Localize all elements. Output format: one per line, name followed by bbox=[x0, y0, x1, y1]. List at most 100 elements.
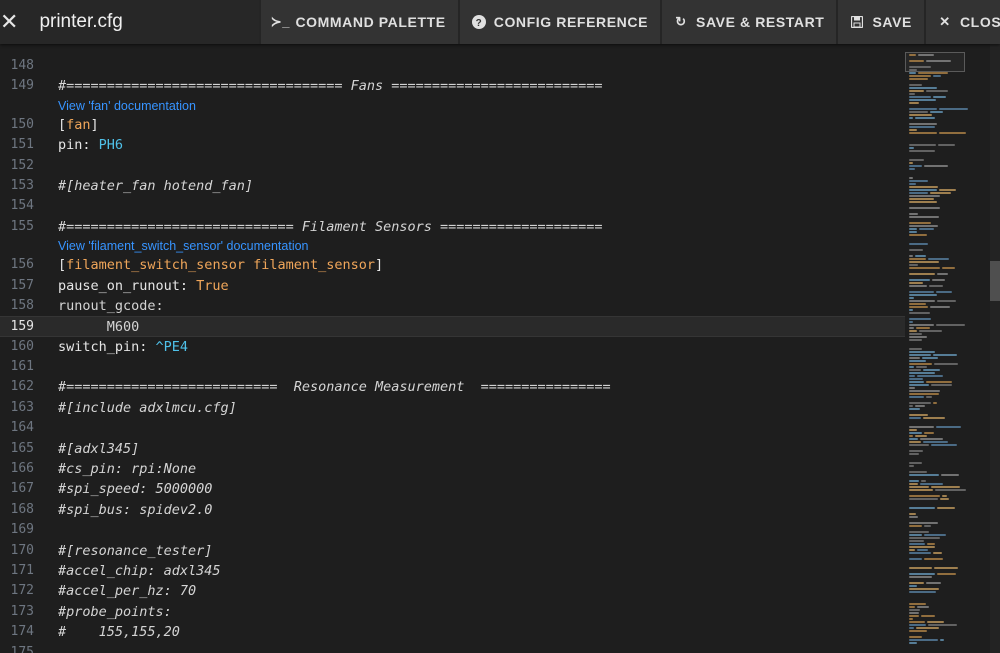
scrollbar-thumb[interactable] bbox=[990, 261, 1000, 301]
config-reference-button[interactable]: ? CONFIG REFERENCE bbox=[457, 0, 661, 44]
minimap-line bbox=[909, 87, 937, 89]
code-line[interactable]: 163 #[include adxlmcu.cfg] bbox=[0, 398, 905, 418]
code-line[interactable]: 173 #probe_points: bbox=[0, 602, 905, 622]
code-line[interactable]: 168 #spi_bus: spidev2.0 bbox=[0, 500, 905, 520]
minimap-line bbox=[909, 414, 928, 416]
minimap-line bbox=[930, 192, 951, 194]
code-line[interactable]: 175 bbox=[0, 643, 905, 653]
code-line[interactable]: 170 #[resonance_tester] bbox=[0, 541, 905, 561]
code-editor[interactable]: 148 149 #================================… bbox=[0, 44, 905, 653]
code-line[interactable]: 151 pin: PH6 bbox=[0, 135, 905, 155]
minimap-line bbox=[909, 474, 939, 476]
save-restart-button[interactable]: ↻ SAVE & RESTART bbox=[660, 0, 837, 44]
minimap-line bbox=[909, 60, 924, 62]
filament-sensor-documentation-link[interactable]: View 'filament_switch_sensor' documentat… bbox=[58, 237, 309, 255]
close-button[interactable]: ✕ CLOSE bbox=[923, 0, 1000, 44]
code-line[interactable]: 158 runout_gcode: bbox=[0, 296, 905, 316]
codelens: View 'fan' documentation bbox=[0, 97, 905, 115]
minimap-line bbox=[909, 573, 935, 575]
minimap-line bbox=[909, 432, 922, 434]
minimap-line bbox=[916, 366, 927, 368]
code-line[interactable]: 154 bbox=[0, 196, 905, 216]
minimap-line bbox=[920, 438, 943, 440]
minimap-line bbox=[909, 213, 918, 215]
minimap-line bbox=[909, 549, 915, 551]
code-line[interactable]: 148 bbox=[0, 56, 905, 76]
minimap-line bbox=[909, 231, 917, 233]
line-text: switch_pin: ^PE4 bbox=[58, 338, 189, 355]
code-line[interactable]: 150 [fan] bbox=[0, 115, 905, 135]
line-text: #cs_pin: rpi:None bbox=[58, 461, 197, 478]
minimap-line bbox=[919, 228, 934, 230]
minimap-line bbox=[909, 444, 929, 446]
minimap-line bbox=[926, 396, 932, 398]
code-line[interactable]: 164 bbox=[0, 418, 905, 438]
line-number: 155 bbox=[10, 218, 34, 234]
minimap-line bbox=[909, 180, 928, 182]
restart-icon: ↻ bbox=[675, 14, 687, 29]
line-text: #[adxl345] bbox=[58, 440, 140, 457]
minimap-line bbox=[928, 258, 949, 260]
minimap-line bbox=[933, 552, 942, 554]
minimap-line bbox=[909, 294, 937, 296]
code-line[interactable]: 169 bbox=[0, 520, 905, 540]
line-number: 171 bbox=[10, 562, 34, 578]
minimap-line bbox=[909, 537, 940, 539]
code-line[interactable]: 160 switch_pin: ^PE4 bbox=[0, 337, 905, 357]
minimap-line bbox=[909, 384, 929, 386]
minimap[interactable] bbox=[905, 44, 990, 653]
minimap-line bbox=[909, 147, 914, 149]
code-line[interactable]: 167 #spi_speed: 5000000 bbox=[0, 479, 905, 499]
code-line[interactable]: 156 [filament_switch_sensor filament_sens… bbox=[0, 255, 905, 275]
minimap-line bbox=[922, 357, 938, 359]
minimap-line bbox=[909, 84, 922, 86]
fan-documentation-link[interactable]: View 'fan' documentation bbox=[58, 97, 196, 115]
minimap-line bbox=[909, 117, 913, 119]
line-text: #[heater_fan hotend_fan] bbox=[58, 177, 254, 194]
minimap-line bbox=[927, 621, 944, 623]
minimap-line bbox=[941, 474, 959, 476]
minimap-line bbox=[924, 525, 931, 527]
minimap-line bbox=[909, 198, 934, 200]
minimap-line bbox=[909, 624, 926, 626]
code-line[interactable]: 171 #accel_chip: adxl345 bbox=[0, 561, 905, 581]
minimap-line bbox=[915, 255, 926, 257]
minimap-line bbox=[909, 495, 940, 497]
minimap-line bbox=[909, 438, 918, 440]
minimap-line bbox=[909, 267, 940, 269]
vertical-scrollbar[interactable] bbox=[990, 44, 1000, 653]
minimap-line bbox=[909, 330, 917, 332]
line-number: 174 bbox=[10, 624, 34, 640]
minimap-line bbox=[909, 534, 922, 536]
code-line[interactable]: 165 #[adxl345] bbox=[0, 439, 905, 459]
minimap-line bbox=[909, 192, 928, 194]
minimap-line bbox=[909, 126, 935, 128]
minimap-line bbox=[909, 285, 927, 287]
minimap-line bbox=[909, 324, 934, 326]
minimap-line bbox=[934, 567, 958, 569]
minimap-line bbox=[909, 375, 915, 377]
save-button[interactable]: SAVE bbox=[836, 0, 924, 44]
line-number: 154 bbox=[10, 198, 34, 214]
code-line[interactable]: 162 #========================== Resonance… bbox=[0, 377, 905, 397]
code-line-active[interactable]: 159 M600 bbox=[0, 316, 905, 337]
minimap-line bbox=[915, 117, 935, 119]
minimap-line bbox=[931, 384, 952, 386]
code-line[interactable]: 166 #cs_pin: rpi:None bbox=[0, 459, 905, 479]
code-line[interactable]: 161 bbox=[0, 357, 905, 377]
code-line[interactable]: 174 # 155,155,20 bbox=[0, 622, 905, 642]
close-editor-icon[interactable]: ✕ bbox=[0, 0, 18, 44]
code-line[interactable]: 157 pause_on_runout: True bbox=[0, 276, 905, 296]
code-line[interactable]: 155 #============================ Filamen… bbox=[0, 217, 905, 237]
minimap-line bbox=[909, 525, 922, 527]
code-line[interactable]: 153 #[heater_fan hotend_fan] bbox=[0, 176, 905, 196]
code-line[interactable]: 172 #accel_per_hz: 70 bbox=[0, 581, 905, 601]
minimap-line bbox=[909, 228, 917, 230]
code-line[interactable]: 152 bbox=[0, 156, 905, 176]
minimap-line bbox=[909, 606, 915, 608]
command-palette-button[interactable]: ≻_ COMMAND PALETTE bbox=[259, 0, 458, 44]
minimap-line bbox=[918, 54, 934, 56]
code-line[interactable]: 149 #================================== F… bbox=[0, 76, 905, 96]
line-number: 159 bbox=[10, 319, 34, 335]
minimap-line bbox=[915, 435, 927, 437]
